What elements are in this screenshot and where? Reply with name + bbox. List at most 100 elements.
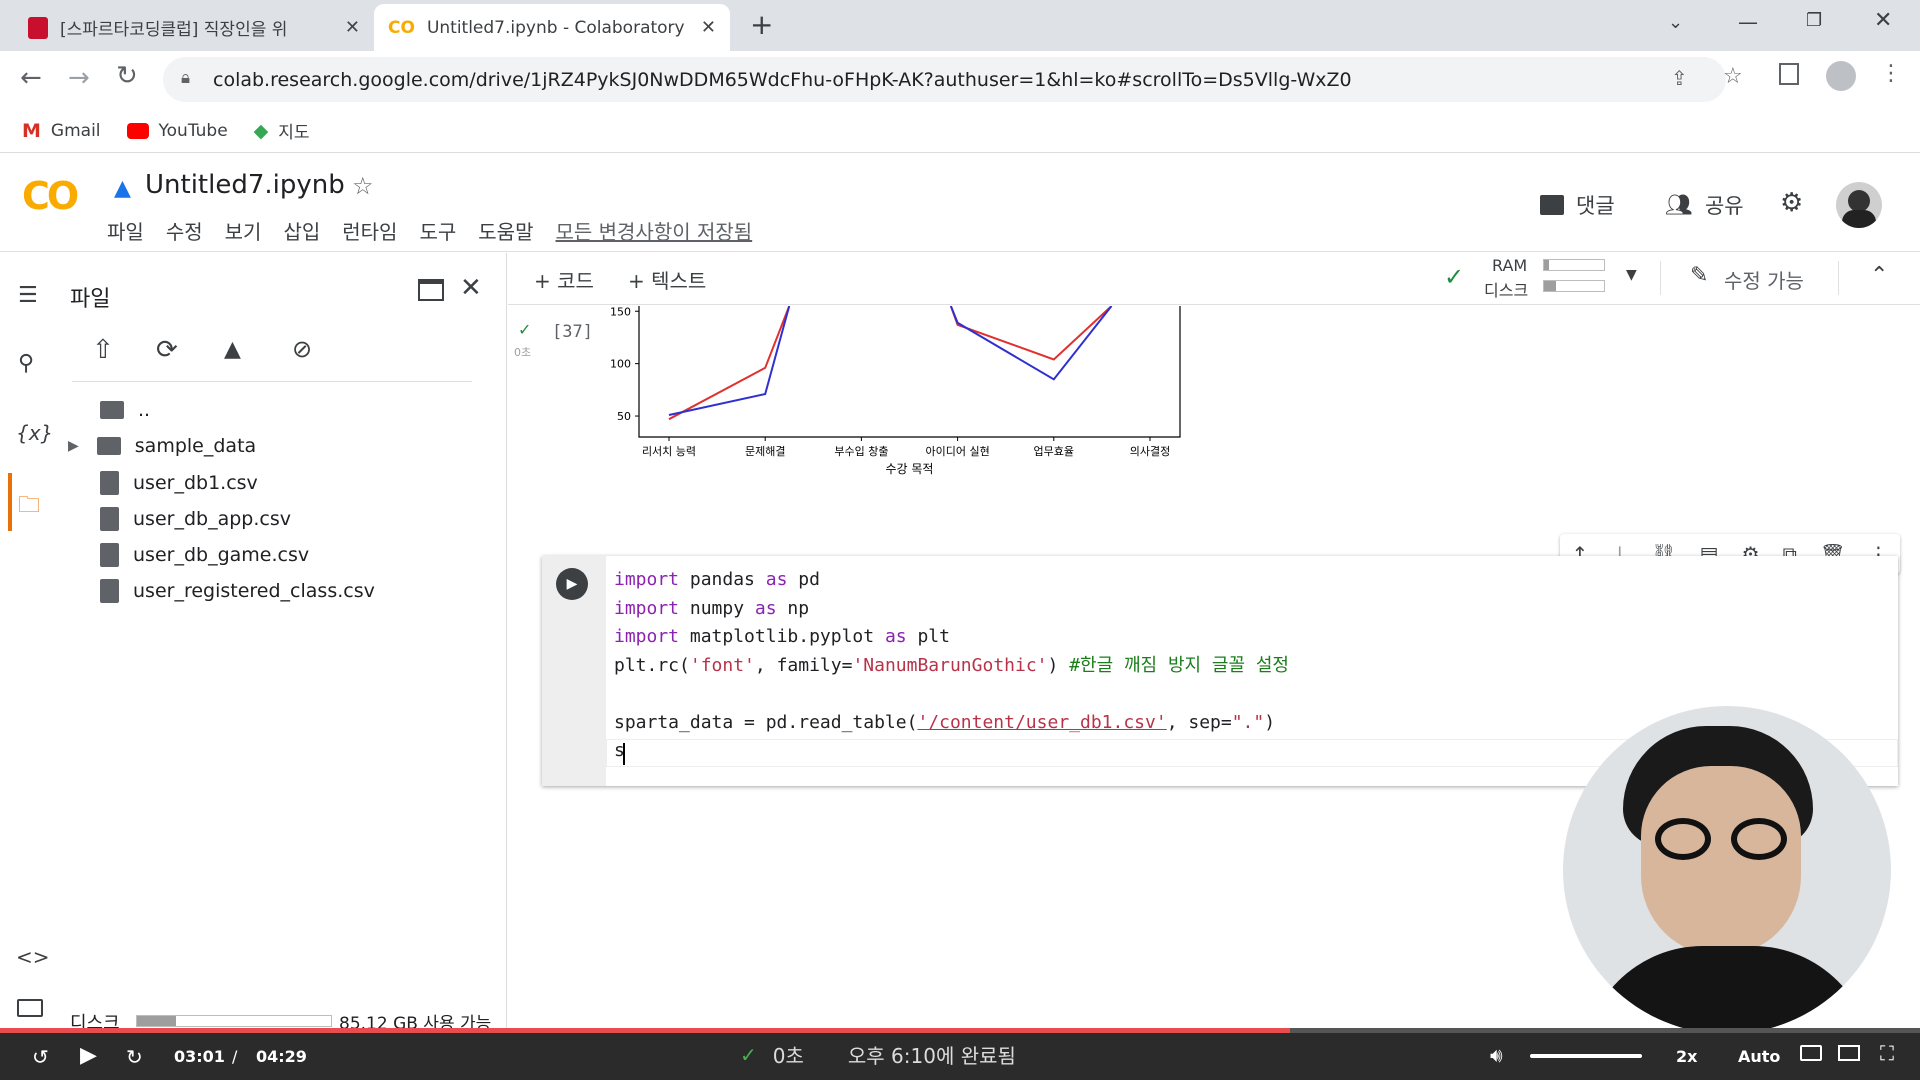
add-text-button[interactable]: + 텍스트 — [628, 265, 706, 294]
code-line: sparta_data = pd.read_table('/content/us… — [614, 711, 1276, 733]
exec-count: [37] — [552, 322, 593, 342]
share-label: 공유 — [1704, 194, 1744, 218]
hide-files-icon[interactable]: ⊘ — [292, 335, 312, 363]
notebook-toolbar: + 코드 + 텍스트 ✓ RAM 디스크 ▼ ✎ 수정 가능 ⌃ — [508, 253, 1920, 305]
list-item-file[interactable]: user_registered_class.csv — [100, 579, 375, 603]
menu-view[interactable]: 보기 — [225, 216, 262, 245]
side-panel-icon[interactable] — [1779, 63, 1799, 85]
menu-insert[interactable]: 삽입 — [283, 216, 320, 245]
bookmark-maps[interactable]: ◆ 지도 — [254, 118, 310, 144]
y-tick-label: 50 — [617, 410, 631, 423]
url-text: colab.research.google.com/drive/1jRZ4Pyk… — [213, 68, 1352, 91]
quality-setting[interactable]: Auto — [1738, 1047, 1780, 1066]
notebook-title[interactable]: Untitled7.ipynb — [145, 170, 345, 200]
x-tick-label: 문제해결 — [745, 444, 785, 458]
minimize-icon[interactable]: — — [1738, 10, 1758, 34]
terminal-icon[interactable] — [17, 999, 43, 1017]
bookmark-label: 지도 — [278, 123, 310, 143]
menu-edit[interactable]: 수정 — [166, 216, 203, 245]
files-panel-title: 파일 — [70, 287, 111, 312]
list-item-parent[interactable]: .. — [100, 399, 150, 421]
colab-logo[interactable]: CO — [22, 174, 79, 218]
close-icon[interactable]: ✕ — [345, 17, 360, 38]
captions-icon[interactable] — [1800, 1045, 1822, 1061]
restore-icon[interactable]: ❐ — [1806, 10, 1822, 31]
fullscreen-icon[interactable]: ⛶ — [1880, 1041, 1894, 1065]
variables-icon[interactable]: {x} — [16, 421, 53, 445]
theater-mode-icon[interactable] — [1838, 1045, 1860, 1061]
x-tick-label: 업무효율 — [1034, 445, 1074, 458]
close-icon[interactable]: ✕ — [701, 17, 716, 38]
connected-check-icon: ✓ — [1444, 263, 1465, 291]
add-code-button[interactable]: + 코드 — [534, 265, 594, 294]
browser-menu-icon[interactable]: ⋮ — [1880, 61, 1902, 86]
file-icon — [100, 471, 119, 495]
youtube-icon — [126, 122, 149, 139]
share-button[interactable]: 👥︎ 공유 — [1665, 190, 1744, 220]
user-avatar[interactable] — [1836, 182, 1882, 228]
collapse-header-icon[interactable]: ⌃ — [1870, 263, 1888, 288]
run-cell-button[interactable]: ▶ — [556, 568, 588, 600]
list-item-file[interactable]: user_db_game.csv — [100, 543, 309, 567]
star-notebook-icon[interactable]: ☆ — [352, 172, 374, 200]
list-item-folder[interactable]: ▶ sample_data — [68, 435, 256, 457]
menu-tools[interactable]: 도구 — [419, 216, 456, 245]
save-status-link[interactable]: 모든 변경사항이 저장됨 — [555, 216, 752, 245]
code-snippets-icon[interactable]: <> — [16, 945, 50, 969]
edit-pencil-icon[interactable]: ✎ — [1690, 263, 1708, 288]
expand-arrow-icon: ▶ — [68, 438, 79, 454]
forward-icon[interactable]: → — [68, 63, 90, 93]
lock-icon: 🔒︎ — [181, 68, 191, 88]
mount-drive-icon[interactable]: ▲ — [224, 337, 241, 362]
search-icon[interactable]: ⚲ — [18, 351, 34, 376]
comment-button[interactable]: 댓글 — [1540, 190, 1615, 220]
bookmark-gmail[interactable]: M Gmail — [22, 120, 101, 142]
edit-mode-label[interactable]: 수정 가능 — [1724, 265, 1804, 294]
rewind-10-icon[interactable]: ↺ — [32, 1045, 49, 1069]
star-icon[interactable]: ☆ — [1723, 64, 1743, 89]
list-item-file[interactable]: user_db_app.csv — [100, 507, 291, 531]
refresh-folder-icon[interactable]: ⟳ — [156, 335, 178, 365]
gmail-icon: M — [22, 119, 41, 142]
profile-icon[interactable] — [1826, 61, 1856, 91]
forward-10-icon[interactable]: ↻ — [126, 1045, 143, 1069]
duration: 04:29 — [256, 1047, 307, 1066]
volume-icon[interactable]: 🔊︎ — [1490, 1043, 1503, 1067]
toc-icon[interactable]: ☰ — [18, 283, 38, 308]
list-item-file[interactable]: user_db1.csv — [100, 471, 258, 495]
menu-file[interactable]: 파일 — [107, 216, 144, 245]
bookmark-youtube[interactable]: YouTube — [126, 121, 228, 141]
file-name: user_db1.csv — [133, 472, 258, 494]
volume-slider[interactable] — [1530, 1054, 1642, 1058]
reload-icon[interactable]: ↻ — [116, 61, 138, 91]
divider — [1660, 261, 1661, 295]
series-line — [949, 306, 1113, 381]
x-axis-label: 수강 목적 — [886, 462, 934, 476]
menu-runtime[interactable]: 런타임 — [342, 216, 397, 245]
file-icon — [100, 579, 119, 603]
settings-icon[interactable]: ⚙ — [1780, 188, 1803, 218]
menu-help[interactable]: 도움말 — [478, 216, 533, 245]
disk-usage-bar — [1543, 280, 1605, 292]
address-bar[interactable]: 🔒︎ colab.research.google.com/drive/1jRZ4… — [163, 57, 1743, 102]
playback-speed[interactable]: 2x — [1676, 1047, 1697, 1066]
file-name: user_db_game.csv — [133, 544, 310, 566]
window-close-icon[interactable]: ✕ — [1874, 8, 1892, 33]
close-panel-icon[interactable]: ✕ — [460, 273, 482, 303]
tab-sparta[interactable]: [스파르타코딩클럽] 직장인을 위 ✕ — [14, 4, 374, 51]
open-in-tab-icon[interactable] — [418, 279, 444, 301]
share-page-icon[interactable]: ⇪ — [1671, 66, 1688, 90]
notebook-area: ✓ [37] 0초 50 100 150 리서치 능력 문제해결 부수입 창출 아이디어 실… — [508, 306, 1920, 1034]
tab-search-icon[interactable]: ⌄ — [1668, 12, 1683, 33]
runtime-dropdown-icon[interactable]: ▼ — [1626, 267, 1637, 283]
folder-icon[interactable]: 🗀︎ — [18, 488, 40, 526]
file-name: sample_data — [134, 435, 257, 457]
new-tab-icon[interactable]: + — [750, 8, 773, 41]
colab-header: CO ▲ Untitled7.ipynb ☆ 파일 수정 보기 삽입 런타임 도… — [0, 154, 1920, 252]
play-icon[interactable]: ▶ — [80, 1043, 97, 1068]
back-icon[interactable]: ← — [20, 63, 42, 93]
upload-file-icon[interactable]: ⇧ — [92, 335, 114, 365]
tab-title: Untitled7.ipynb - Colaboratory — [426, 17, 685, 38]
tab-colab[interactable]: CO Untitled7.ipynb - Colaboratory ✕ — [374, 4, 730, 51]
x-tick-label: 부수입 창출 — [834, 445, 888, 458]
